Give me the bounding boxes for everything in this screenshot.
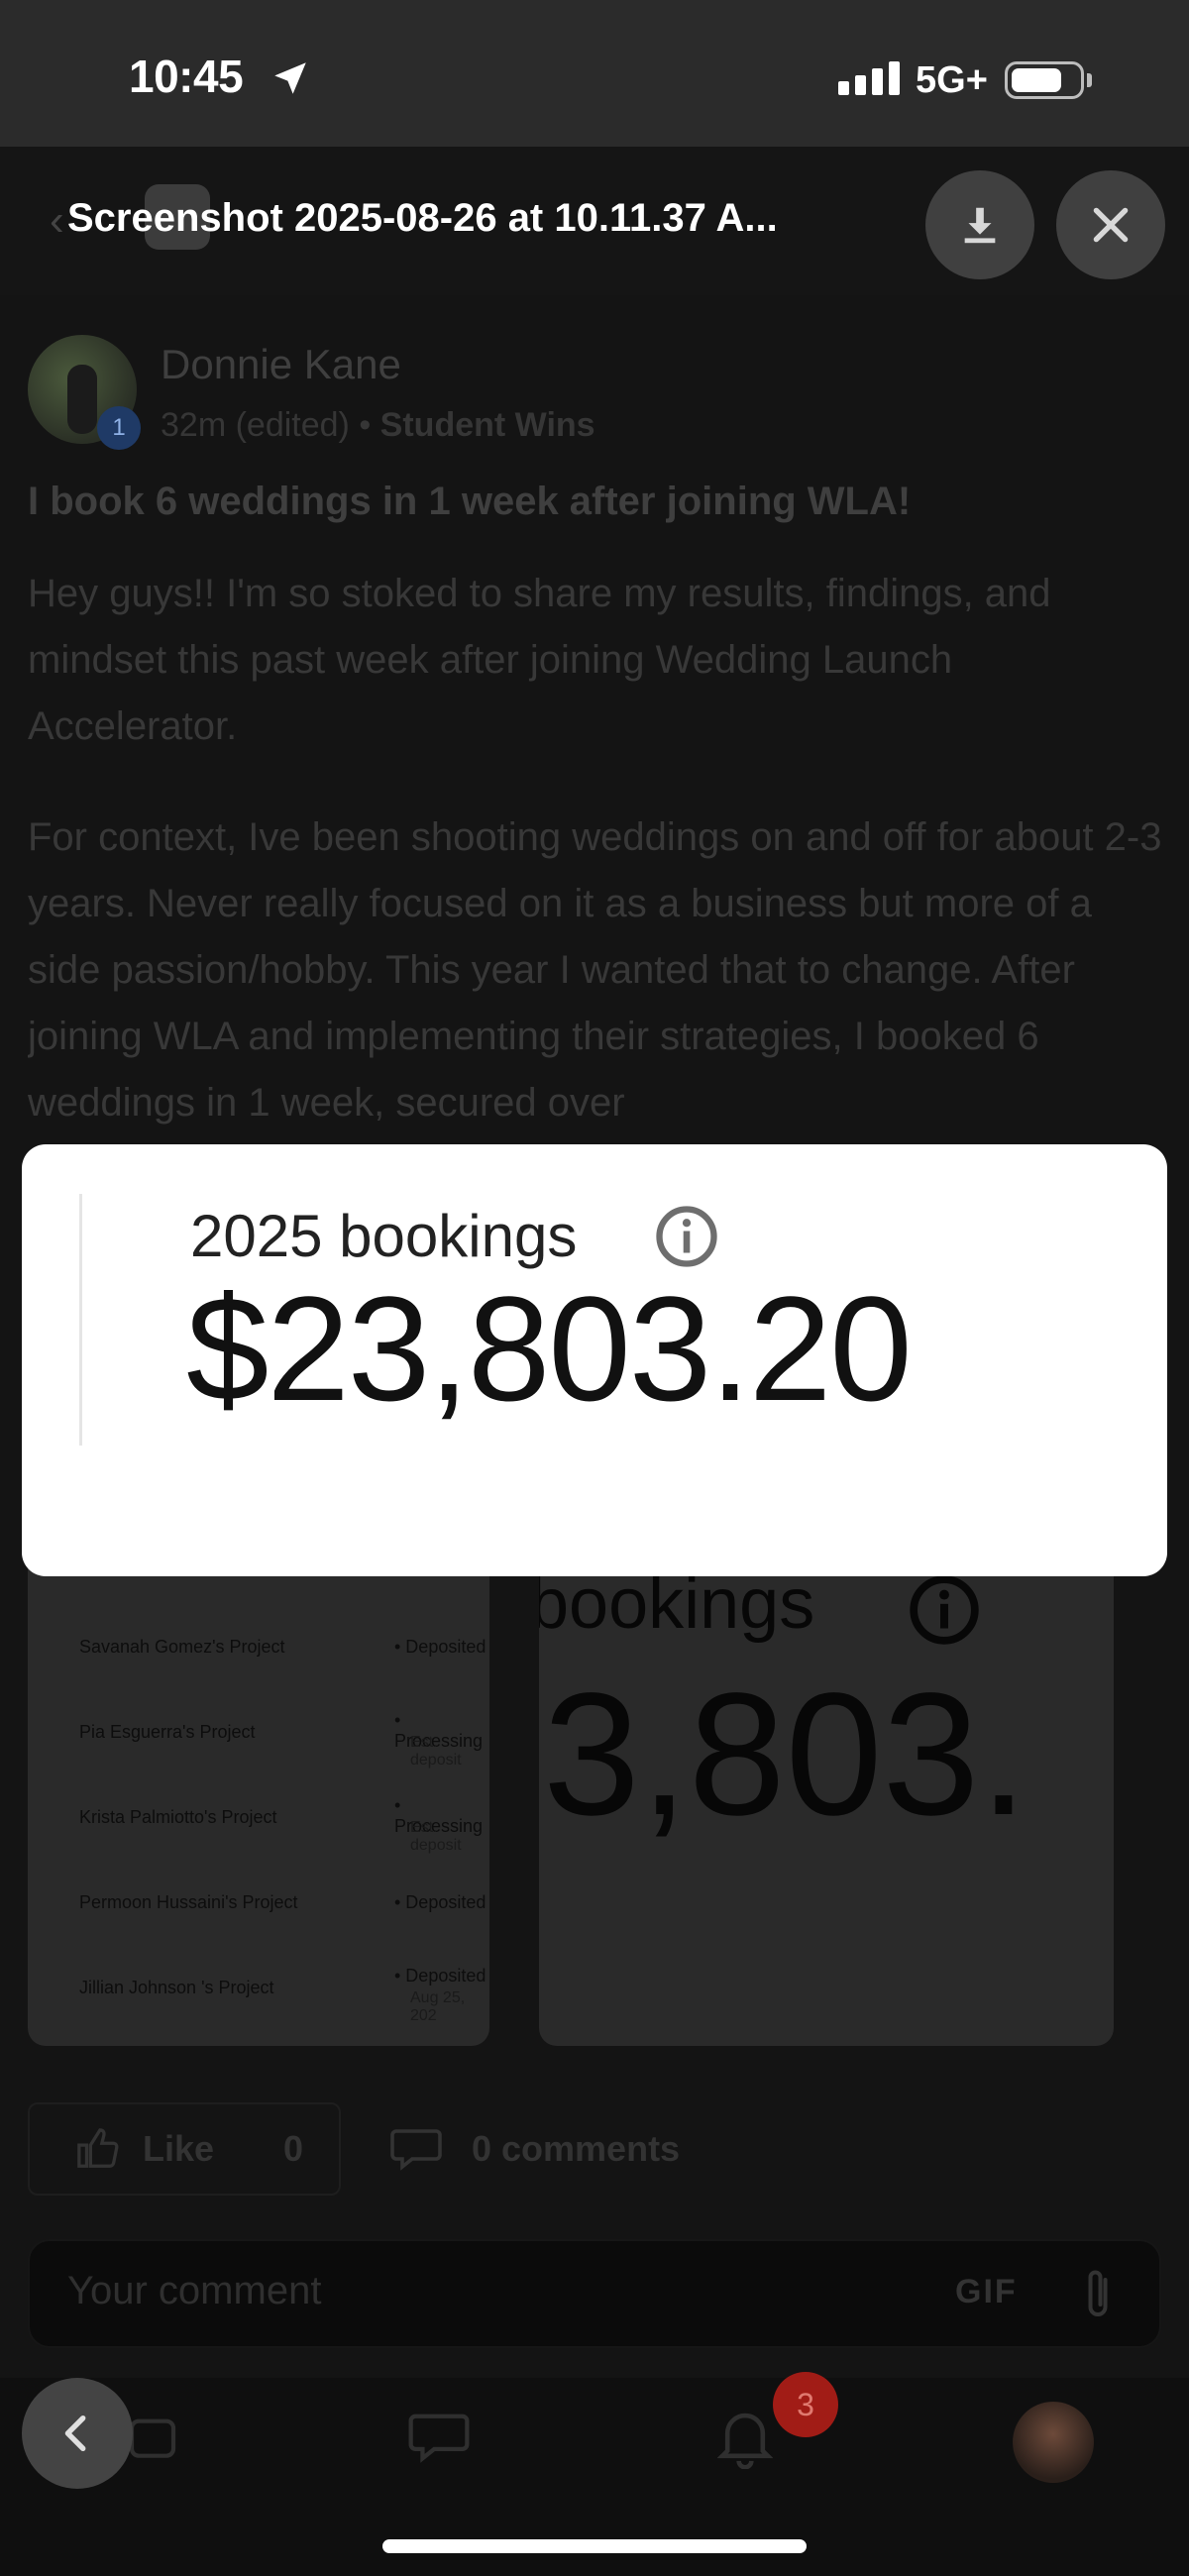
project-name: Jillian Johnson 's Project bbox=[79, 1978, 274, 1997]
post-paragraph-1: Hey guys!! I'm so stoked to share my res… bbox=[28, 572, 1051, 748]
thumbs-up-icon bbox=[77, 2128, 119, 2168]
notification-count-badge: 3 bbox=[773, 2372, 838, 2437]
post-category[interactable]: Student Wins bbox=[380, 406, 595, 444]
project-name: Pia Esguerra's Project bbox=[79, 1722, 256, 1742]
paperclip-icon[interactable] bbox=[1078, 2265, 1118, 2324]
value-fragment: 3,803. bbox=[543, 1658, 1028, 1852]
project-status: • Deposited bbox=[394, 1637, 486, 1657]
like-label[interactable]: Like bbox=[143, 2128, 214, 2170]
meta-separator: • bbox=[349, 406, 380, 444]
divider bbox=[79, 1194, 82, 1446]
comments-count[interactable]: 0 comments bbox=[472, 2128, 680, 2170]
project-status: • Deposited bbox=[394, 1892, 486, 1912]
like-count: 0 bbox=[283, 2128, 304, 2169]
attachment-image-left[interactable]: Savanah Gomez's Project • Deposited Pia … bbox=[28, 1546, 489, 2046]
close-icon bbox=[1093, 207, 1129, 243]
info-icon[interactable] bbox=[654, 1204, 719, 1269]
location-arrow-icon bbox=[274, 62, 306, 94]
bookings-total-value: $23,803.20 bbox=[186, 1265, 913, 1432]
ghost-back-arrow-icon: ‹ bbox=[50, 196, 64, 245]
project-name: Savanah Gomez's Project bbox=[79, 1637, 285, 1657]
download-icon bbox=[964, 207, 996, 244]
project-name: Krista Palmiotto's Project bbox=[79, 1807, 277, 1827]
close-button[interactable] bbox=[1056, 170, 1165, 279]
post-title: I book 6 weddings in 1 week after joinin… bbox=[28, 480, 912, 523]
network-type: 5G+ bbox=[916, 59, 988, 101]
gif-button[interactable]: GIF bbox=[955, 2273, 1018, 2311]
zoomed-image-card[interactable]: 2025 bookings $23,803.20 bbox=[22, 1144, 1167, 1576]
status-bar: 10:45 5G+ bbox=[0, 0, 1189, 147]
bookings-label: 2025 bookings bbox=[190, 1203, 578, 1269]
comment-bubble-icon bbox=[390, 2129, 442, 2171]
chat-tab-icon[interactable] bbox=[408, 2412, 470, 2463]
back-button[interactable] bbox=[22, 2378, 133, 2489]
bell-icon[interactable] bbox=[717, 2408, 773, 2469]
battery-cap bbox=[1087, 73, 1092, 87]
cellular-signal-icon bbox=[838, 61, 900, 95]
attachment-image-right[interactable]: bookings 3,803. bbox=[539, 1546, 1114, 2046]
profile-avatar[interactable] bbox=[1013, 2402, 1094, 2483]
project-status: • Deposited bbox=[394, 1966, 486, 1986]
level-badge: 1 bbox=[97, 406, 141, 450]
author-name[interactable]: Donnie Kane bbox=[161, 341, 401, 388]
download-button[interactable] bbox=[925, 170, 1034, 279]
home-tab-icon[interactable] bbox=[125, 2410, 180, 2465]
post-time: 32m (edited) bbox=[161, 406, 350, 444]
info-icon bbox=[910, 1575, 979, 1645]
chevron-left-icon bbox=[64, 2415, 86, 2452]
project-substatus: Est. deposit bbox=[410, 1734, 462, 1769]
post-paragraph-2: For context, Ive been shooting weddings … bbox=[28, 815, 1162, 1125]
project-substatus: Est. deposit bbox=[410, 1819, 462, 1854]
viewer-title: Screenshot 2025-08-26 at 10.11.37 A... bbox=[67, 196, 778, 240]
project-substatus: Aug 25, 202 bbox=[410, 1989, 466, 2024]
comment-placeholder[interactable]: Your comment bbox=[67, 2269, 321, 2313]
post-meta: 32m (edited) • Student Wins bbox=[161, 406, 595, 445]
project-name: Permoon Hussaini's Project bbox=[79, 1892, 298, 1912]
home-indicator[interactable] bbox=[382, 2539, 807, 2553]
status-time: 10:45 bbox=[129, 51, 244, 102]
battery-icon bbox=[1005, 61, 1084, 99]
